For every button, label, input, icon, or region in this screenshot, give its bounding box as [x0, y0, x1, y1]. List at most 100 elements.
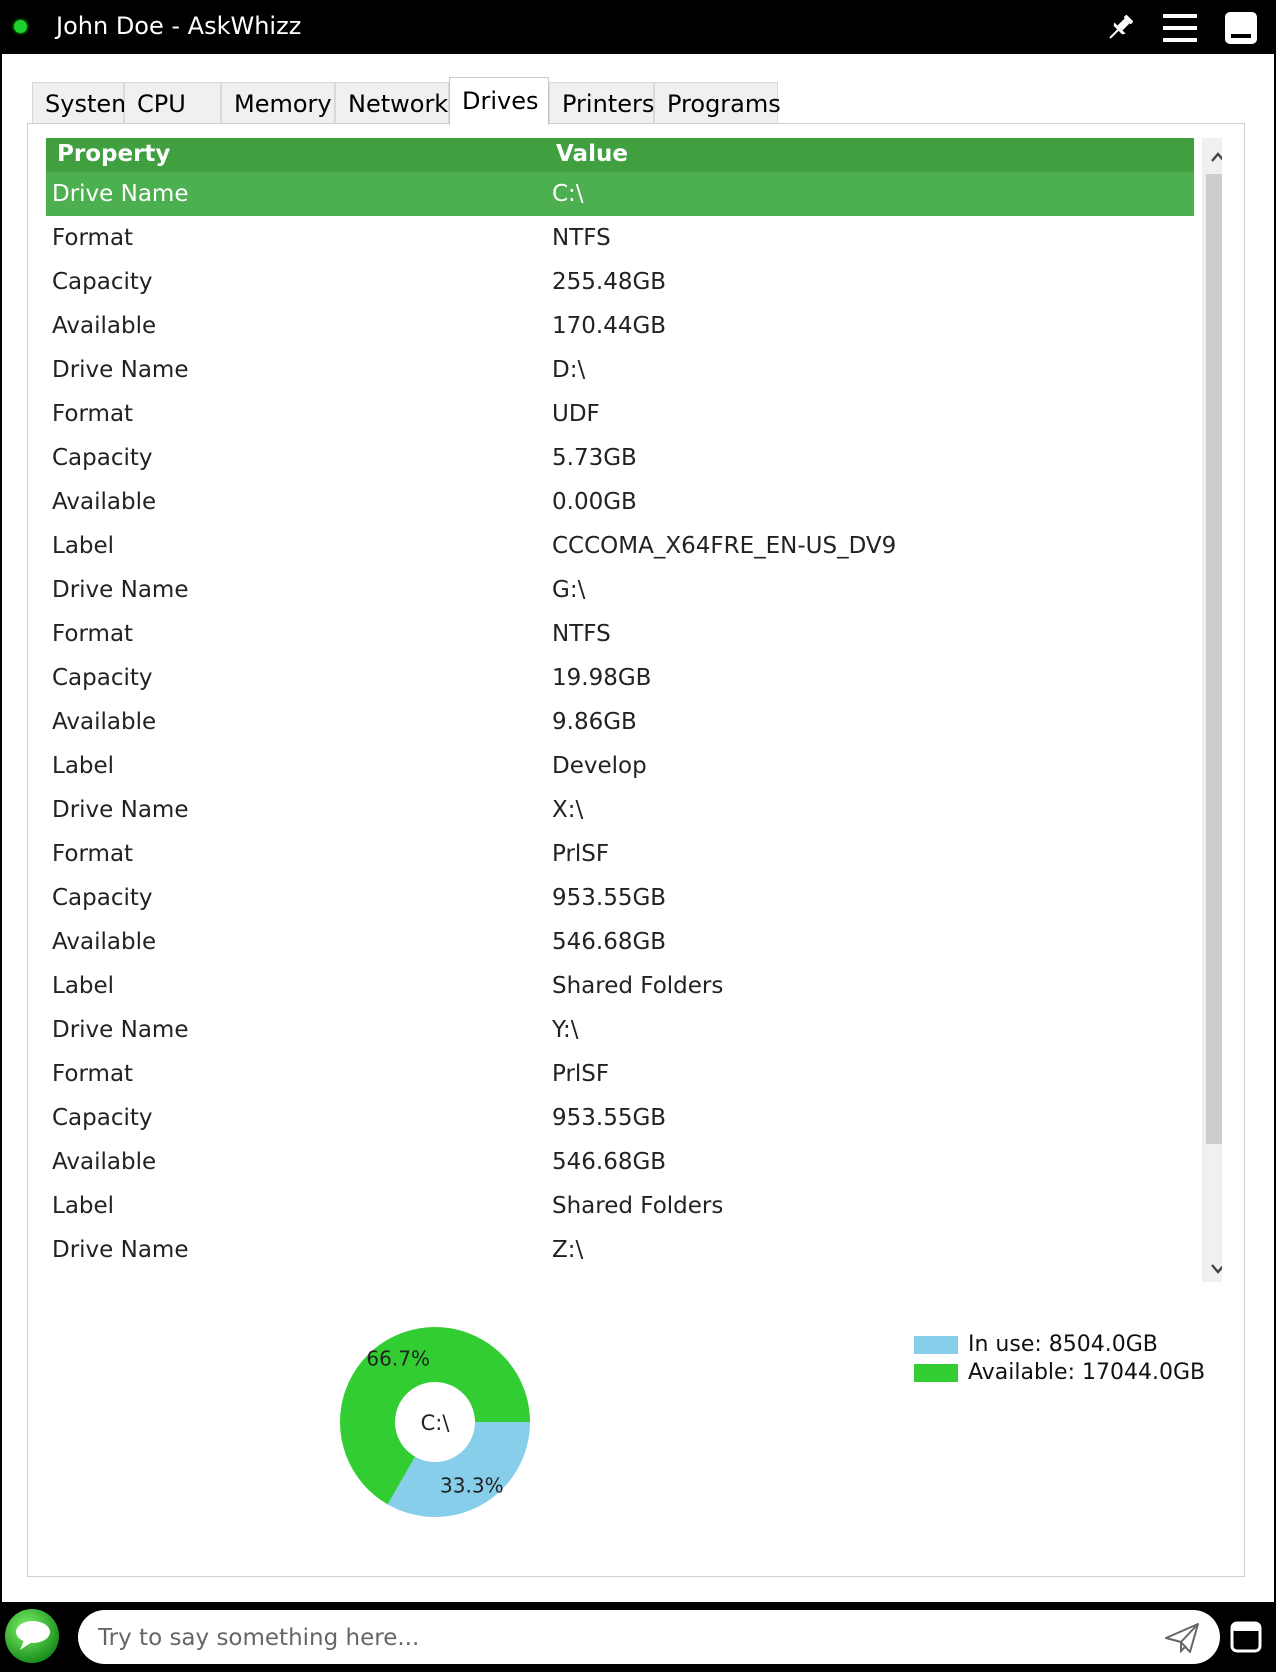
tab-network[interactable]: Network	[335, 82, 449, 124]
status-indicator-icon	[14, 20, 27, 33]
table-row[interactable]: Capacity 953.55GB	[46, 876, 1194, 920]
row-value: PrlSF	[552, 841, 610, 867]
row-property: Label	[52, 1193, 115, 1219]
donut-center-label: C:\	[421, 1411, 451, 1435]
legend-swatch	[914, 1364, 958, 1382]
row-property: Available	[52, 929, 157, 955]
slice-percent-label: 33.3%	[440, 1474, 504, 1498]
table-row[interactable]: Format NTFS	[46, 216, 1194, 260]
row-value: 5.73GB	[552, 445, 637, 471]
drives-panel: Property Value Drive Name C:\ Format NTFS Ca…	[27, 123, 1245, 1577]
row-property: Format	[52, 225, 134, 251]
table-row[interactable]: Drive Name D:\	[46, 348, 1194, 392]
table-row[interactable]: Available 170.44GB	[46, 304, 1194, 348]
row-property: Available	[52, 709, 157, 735]
donut-chart: 33.3% 66.7% C:\	[340, 1327, 530, 1517]
tab-printers[interactable]: Printers	[549, 82, 654, 124]
table-row[interactable]: Drive Name Y:\	[46, 1008, 1194, 1052]
table-row[interactable]: Drive Name C:\	[46, 172, 1194, 216]
tab-system[interactable]: System	[32, 82, 135, 124]
value-column-header[interactable]: Value	[556, 141, 628, 167]
row-property: Drive Name	[52, 357, 189, 383]
row-property: Capacity	[52, 665, 153, 691]
row-value: 953.55GB	[552, 885, 667, 911]
send-icon[interactable]	[1162, 1618, 1202, 1658]
tab-drives[interactable]: Drives	[449, 77, 549, 125]
table-row[interactable]: Format PrlSF	[46, 832, 1194, 876]
table-row[interactable]: Capacity 953.55GB	[46, 1096, 1194, 1140]
row-property: Capacity	[52, 445, 153, 471]
row-property: Drive Name	[52, 181, 189, 207]
row-property: Drive Name	[52, 797, 189, 823]
row-property: Capacity	[52, 269, 153, 295]
chat-input[interactable]	[96, 1618, 1140, 1658]
row-value: Z:\	[552, 1237, 584, 1263]
row-value: 0.00GB	[552, 489, 637, 515]
scrollbar-thumb[interactable]	[1206, 174, 1222, 1144]
row-property: Drive Name	[52, 1237, 189, 1263]
table-row[interactable]: Format NTFS	[46, 612, 1194, 656]
row-property: Format	[52, 621, 134, 647]
chat-input-box	[78, 1610, 1220, 1664]
row-value: D:\	[552, 357, 586, 383]
expand-icon[interactable]	[1228, 1619, 1264, 1655]
row-value: Shared Folders	[552, 1193, 724, 1219]
title-bar: John Doe - AskWhizz	[0, 0, 1276, 54]
scroll-down-icon[interactable]	[1210, 1260, 1222, 1279]
row-property: Drive Name	[52, 1017, 189, 1043]
row-property: Drive Name	[52, 577, 189, 603]
table-row[interactable]: Label CCCOMA_X64FRE_EN-US_DV9	[46, 524, 1194, 568]
row-property: Label	[52, 973, 115, 999]
tab-cpu[interactable]: CPU	[124, 82, 221, 124]
table-row[interactable]: Available 546.68GB	[46, 1140, 1194, 1184]
row-value: 255.48GB	[552, 269, 667, 295]
row-value: X:\	[552, 797, 584, 823]
table-row[interactable]: Drive Name Z:\	[46, 1228, 1194, 1272]
row-value: Y:\	[552, 1017, 579, 1043]
row-property: Label	[52, 533, 115, 559]
row-value: PrlSF	[552, 1061, 610, 1087]
row-property: Format	[52, 841, 134, 867]
table-row[interactable]: Label Shared Folders	[46, 1184, 1194, 1228]
window-title: John Doe - AskWhizz	[56, 12, 302, 40]
pin-icon[interactable]	[1102, 10, 1138, 46]
tab-programs[interactable]: Programs	[654, 82, 781, 124]
table-row[interactable]: Available 0.00GB	[46, 480, 1194, 524]
row-property: Available	[52, 313, 157, 339]
table-row[interactable]: Format PrlSF	[46, 1052, 1194, 1096]
vertical-scrollbar[interactable]	[1202, 138, 1222, 1282]
row-value: 170.44GB	[552, 313, 667, 339]
row-value: G:\	[552, 577, 586, 603]
slice-percent-label: 66.7%	[366, 1346, 430, 1370]
table-row[interactable]: Format UDF	[46, 392, 1194, 436]
legend-label: Available: 17044.0GB	[968, 1360, 1206, 1385]
menu-icon[interactable]	[1162, 10, 1198, 46]
legend-label: In use: 8504.0GB	[968, 1332, 1158, 1357]
tab-memory[interactable]: Memory	[221, 82, 335, 124]
table-row[interactable]: Capacity 19.98GB	[46, 656, 1194, 700]
row-value: CCCOMA_X64FRE_EN-US_DV9	[552, 533, 897, 559]
legend-swatch	[914, 1336, 958, 1354]
row-value: NTFS	[552, 621, 611, 647]
scroll-up-icon[interactable]	[1210, 148, 1222, 167]
chat-logo-icon[interactable]	[4, 1608, 60, 1664]
row-value: C:\	[552, 181, 584, 207]
row-property: Capacity	[52, 885, 153, 911]
row-property: Capacity	[52, 1105, 153, 1131]
chat-bar	[0, 1602, 1276, 1672]
table-row[interactable]: Label Develop	[46, 744, 1194, 788]
table-row[interactable]: Drive Name G:\	[46, 568, 1194, 612]
row-value: 9.86GB	[552, 709, 637, 735]
row-value: 546.68GB	[552, 1149, 667, 1175]
table-row[interactable]: Drive Name X:\	[46, 788, 1194, 832]
table-row[interactable]: Available 546.68GB	[46, 920, 1194, 964]
table-row[interactable]: Capacity 5.73GB	[46, 436, 1194, 480]
table-row[interactable]: Capacity 255.48GB	[46, 260, 1194, 304]
row-property: Format	[52, 401, 134, 427]
table-row[interactable]: Available 9.86GB	[46, 700, 1194, 744]
row-property: Available	[52, 1149, 157, 1175]
table-row[interactable]: Label Shared Folders	[46, 964, 1194, 1008]
drives-grid[interactable]: Property Value Drive Name C:\ Format NTFS Ca…	[46, 138, 1222, 1282]
property-column-header[interactable]: Property	[57, 141, 170, 167]
minimize-icon[interactable]	[1223, 10, 1259, 46]
